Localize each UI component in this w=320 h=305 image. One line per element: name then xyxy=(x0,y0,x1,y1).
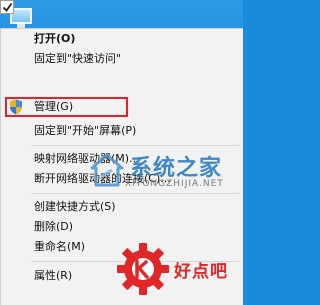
gear-logo-icon xyxy=(117,243,169,295)
menu-item-label: 创建快捷方式(S) xyxy=(34,200,116,213)
xitongzhijia-logo-icon xyxy=(90,153,124,187)
menu-item-label: 属性(R) xyxy=(34,269,73,282)
selection-checkbox[interactable] xyxy=(0,0,14,14)
menu-item-label: 重命名(M) xyxy=(34,240,86,253)
menu-item-create-shortcut[interactable]: 创建快捷方式(S) xyxy=(1,197,244,217)
menu-separator xyxy=(31,145,239,146)
menu-item-pin-start[interactable]: 固定到"开始"屏幕(P) xyxy=(1,121,244,141)
menu-item-label: 固定到"开始"屏幕(P) xyxy=(34,124,137,137)
menu-item-label: 固定到"快速访问" xyxy=(34,52,122,65)
menu-item-manage[interactable]: 管理(G) xyxy=(1,97,244,117)
menu-item-delete[interactable]: 删除(D) xyxy=(1,217,244,237)
menu-item-pin-quick-access[interactable]: 固定到"快速访问" xyxy=(1,49,244,69)
menu-item-label: 管理(G) xyxy=(34,100,74,113)
menu-item-label: 打开(O) xyxy=(34,32,76,45)
this-pc-desktop-icon[interactable] xyxy=(0,0,32,28)
checkmark-icon xyxy=(2,2,13,12)
shield-icon xyxy=(10,99,22,115)
watermark-site-domain: XITONGZHIJIA.NET xyxy=(125,179,224,189)
watermark-site-name: 系统之家 xyxy=(130,156,223,181)
menu-separator xyxy=(31,193,239,194)
menu-item-label: 删除(D) xyxy=(34,220,74,233)
menu-item-open[interactable]: 打开(O) xyxy=(1,29,244,49)
brand-watermark-text: 好点吧 xyxy=(174,262,228,282)
